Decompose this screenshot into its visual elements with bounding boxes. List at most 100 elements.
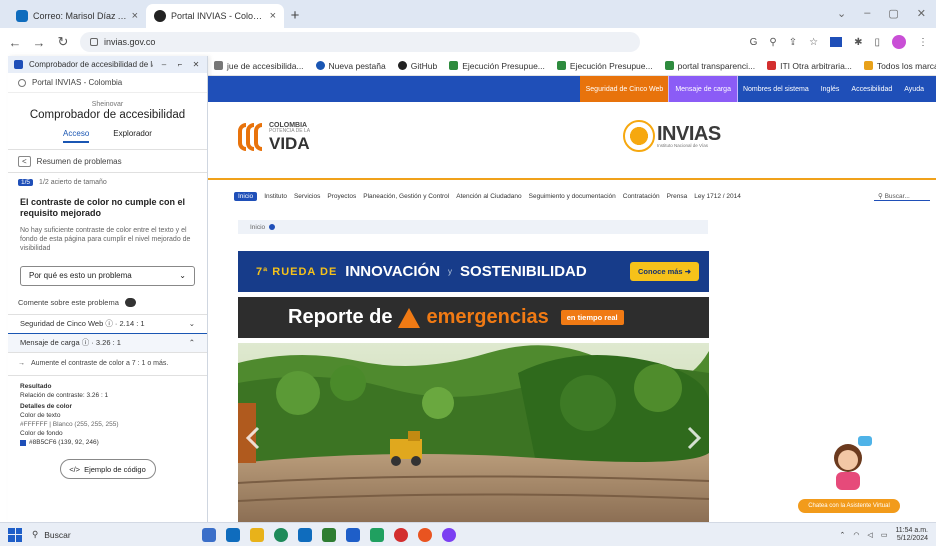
menu-item[interactable]: Contratación — [623, 193, 660, 200]
breadcrumb-home[interactable]: Inicio — [250, 224, 265, 231]
menu-item[interactable]: Prensa — [667, 193, 688, 200]
issue-item-1[interactable]: Seguridad de Cinco Web ⓘ · 2.14 : 1 ⌄ — [8, 315, 207, 333]
bookmark[interactable]: Ejecución Presupue... — [556, 61, 653, 71]
menu-item[interactable]: Seguimiento y documentación — [529, 193, 616, 200]
pin-icon[interactable]: ⌐ — [175, 60, 185, 69]
close-icon[interactable]: × — [132, 10, 138, 22]
menu-item-home[interactable]: Inicio — [234, 191, 258, 201]
zoom-icon[interactable]: ⚲ — [769, 37, 776, 48]
close-window-icon[interactable]: ✕ — [917, 7, 926, 20]
taskbar-app-icon[interactable] — [202, 527, 216, 542]
back-button[interactable]: < — [18, 155, 31, 167]
issue-title: El contraste de color no cumple con el r… — [20, 197, 186, 219]
taskbar-app-icon[interactable] — [442, 527, 456, 542]
colombia-logo-words: COLOMBIA POTENCIA DE LA VIDA — [269, 122, 311, 153]
info-icon: ⓘ — [81, 338, 90, 348]
tab-acceso[interactable]: Acceso — [63, 129, 90, 143]
star-icon[interactable]: ☆ — [809, 37, 818, 48]
translate-icon[interactable]: G — [750, 37, 758, 48]
virtual-assistant-avatar[interactable] — [830, 436, 872, 490]
close-icon[interactable]: ✕ — [191, 60, 201, 69]
bookmark[interactable]: Ejecución Presupue... — [449, 61, 545, 71]
chat-assistant-button[interactable]: Chatea con la Asistente Virtual — [798, 499, 900, 513]
fg-label: Color de texto — [20, 412, 61, 420]
code-example-button[interactable]: </> Ejemplo de código — [59, 459, 156, 480]
bookmark[interactable]: GitHub — [397, 61, 437, 71]
chart-icon — [449, 61, 459, 70]
puzzle-icon[interactable]: ✱ — [854, 37, 862, 48]
bookmark[interactable]: portal transparenci... — [664, 61, 755, 71]
learn-more-button[interactable]: Conoce más ➜ — [630, 262, 699, 281]
menu-item[interactable]: Ley 1712 / 2014 — [694, 193, 741, 200]
gov-link-system[interactable]: Nombres del sistema — [737, 76, 815, 102]
taskbar-app-icon[interactable] — [370, 527, 384, 542]
forward-icon[interactable]: → — [32, 35, 46, 50]
tab-explorador[interactable]: Explorador — [113, 129, 152, 143]
issue-item-2[interactable]: Mensaje de carga ⓘ · 3.26 : 1 ⌃ — [8, 333, 207, 352]
menu-item[interactable]: Atención al Ciudadano — [456, 193, 521, 200]
back-icon[interactable]: ← — [8, 35, 22, 50]
menu-icon[interactable]: ⋮ — [918, 37, 928, 48]
bookmark-all[interactable]: Todos los marcadores — [863, 61, 936, 71]
item-ratio: 2.14 : 1 — [119, 319, 145, 329]
word-icon[interactable] — [346, 527, 360, 542]
comment-row[interactable]: Comente sobre este problema — [8, 292, 207, 314]
gov-link-english[interactable]: Inglés — [815, 76, 846, 102]
bookmark[interactable]: ITI Otra arbitraria... — [767, 61, 852, 71]
maximize-icon[interactable]: ▢ — [888, 7, 898, 20]
reload-icon[interactable]: ↻ — [56, 34, 70, 50]
volume-icon[interactable]: ◁ — [867, 531, 872, 539]
gov-link-loading[interactable]: Mensaje de carga — [668, 76, 738, 103]
gov-link-accessibility[interactable]: Accesibilidad — [845, 76, 898, 102]
chevron-down-icon[interactable]: ⌄ — [837, 7, 846, 20]
clock[interactable]: 11:54 a.m. 5/12/2024 — [895, 527, 928, 542]
menu-item[interactable]: Proyectos — [327, 193, 356, 200]
invias-favicon-icon — [154, 10, 166, 22]
comment-icon[interactable] — [124, 298, 136, 308]
back-row[interactable]: < Resumen de problemas — [8, 150, 207, 172]
share-icon[interactable]: ⇪ — [789, 37, 797, 48]
close-icon[interactable]: × — [270, 10, 276, 22]
windows-start-icon[interactable] — [8, 527, 22, 542]
chevron-up-icon[interactable]: ⌃ — [839, 531, 845, 539]
chrome-icon[interactable] — [394, 527, 408, 542]
edge-icon[interactable] — [274, 527, 288, 542]
gov-link-security[interactable]: Seguridad de Cinco Web — [579, 76, 670, 102]
emergency-report-banner[interactable]: Reporte de emergencias en tiempo real — [238, 297, 709, 338]
menu-item[interactable]: Servicios — [294, 193, 320, 200]
bookmark[interactable]: Nueva pestaña — [315, 61, 386, 71]
outlook-icon[interactable] — [298, 527, 312, 542]
minimize-icon[interactable]: – — [159, 60, 169, 69]
browser-tab-mail[interactable]: Correo: Marisol Díaz Angarita - ... × — [8, 4, 146, 28]
taskbar-app-icon[interactable] — [226, 527, 240, 542]
innovation-banner[interactable]: 7ª RUEDA DE INNOVACIÓN y SOSTENIBILIDAD … — [238, 251, 709, 292]
colombia-logo[interactable]: COLOMBIA POTENCIA DE LA VIDA — [238, 122, 310, 152]
hero-image[interactable] — [238, 343, 709, 522]
result-value: Relación de contraste: 3.26 : 1 — [20, 391, 109, 399]
taskbar-search[interactable]: ⚲ Buscar — [32, 526, 192, 544]
new-tab-button[interactable]: + — [284, 4, 306, 26]
avatar[interactable] — [892, 35, 906, 49]
folder-icon[interactable] — [250, 527, 264, 542]
extension-icon — [14, 60, 23, 69]
extension-icon[interactable] — [830, 37, 843, 47]
main-menu: Inicio Instituto Servicios Proyectos Pla… — [234, 190, 930, 202]
excel-icon[interactable] — [322, 527, 336, 542]
wifi-icon[interactable]: ◠ — [853, 531, 859, 539]
gov-top-bar: Seguridad de Cinco Web Mensaje de carga … — [208, 76, 936, 103]
sidepanel-icon[interactable]: ▯ — [874, 37, 880, 48]
fg-value: #FFFFFF | Blanco (255, 255, 255) — [20, 421, 119, 429]
why-problem-dropdown[interactable]: Por qué es esto un problema ⌄ — [20, 265, 195, 286]
taskbar-app-icon[interactable] — [418, 527, 432, 542]
minimize-icon[interactable]: – — [864, 7, 870, 20]
invias-logo[interactable]: INVIAS Instituto Nacional de Vías — [623, 120, 721, 152]
address-bar[interactable]: invias.gov.co — [80, 32, 640, 52]
browser-tab-invias[interactable]: Portal INVIAS - Colombia × — [146, 4, 284, 28]
gov-link-help[interactable]: Ayuda — [898, 76, 930, 102]
battery-icon[interactable]: ▭ — [881, 531, 888, 539]
search-input[interactable]: ⚲ Buscar... — [874, 192, 930, 201]
menu-item[interactable]: Instituto — [264, 193, 287, 200]
site-info-icon[interactable] — [90, 38, 98, 46]
bookmark[interactable]: jue de accesibilida... — [214, 61, 304, 71]
menu-item[interactable]: Planeación, Gestión y Control — [363, 193, 449, 200]
